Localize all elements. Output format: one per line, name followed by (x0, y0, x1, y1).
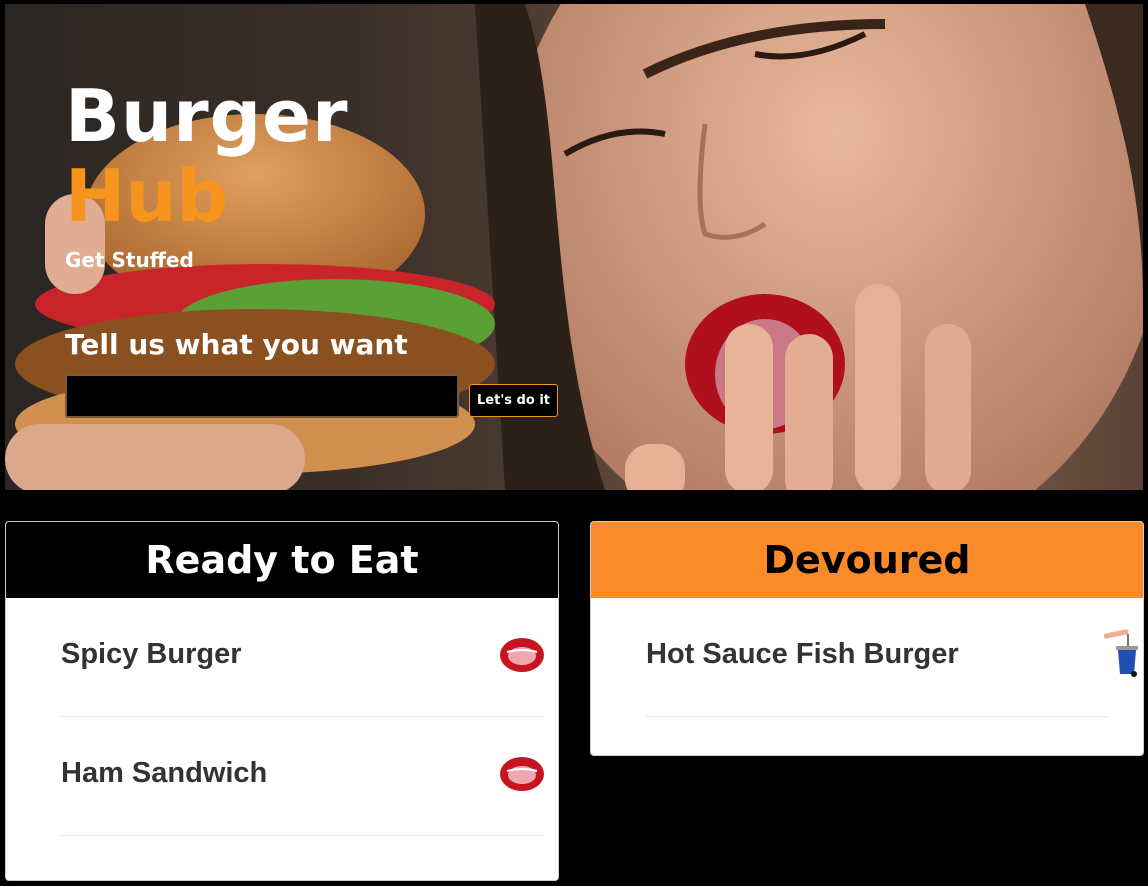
submit-order-button[interactable]: Let's do it (469, 384, 558, 417)
devoured-panel: Devoured Hot Sauce Fish Burger (590, 521, 1144, 756)
list-item: Hot Sauce Fish Burger (646, 598, 1138, 717)
brand-title: Burger (65, 74, 349, 158)
devoured-header: Devoured (591, 522, 1143, 598)
hero-banner: Burger Hub Get Stuffed Tell us what you … (5, 4, 1143, 490)
list-item: Spicy Burger (61, 598, 545, 717)
lips-icon[interactable] (499, 755, 545, 797)
ready-to-eat-panel: Ready to Eat Spicy Burger Ham Sandwich (5, 521, 559, 881)
ready-to-eat-header: Ready to Eat (6, 522, 558, 598)
tagline: Get Stuffed (65, 248, 194, 272)
burger-name-input[interactable] (65, 374, 459, 418)
brand-subtitle: Hub (65, 154, 229, 238)
trash-can-icon[interactable] (1103, 628, 1143, 688)
burger-name: Ham Sandwich (61, 757, 268, 789)
lips-icon[interactable] (499, 636, 545, 678)
list-item: Ham Sandwich (61, 717, 545, 836)
burger-name: Hot Sauce Fish Burger (646, 638, 959, 670)
burger-name: Spicy Burger (61, 638, 242, 670)
order-prompt: Tell us what you want (65, 328, 408, 361)
